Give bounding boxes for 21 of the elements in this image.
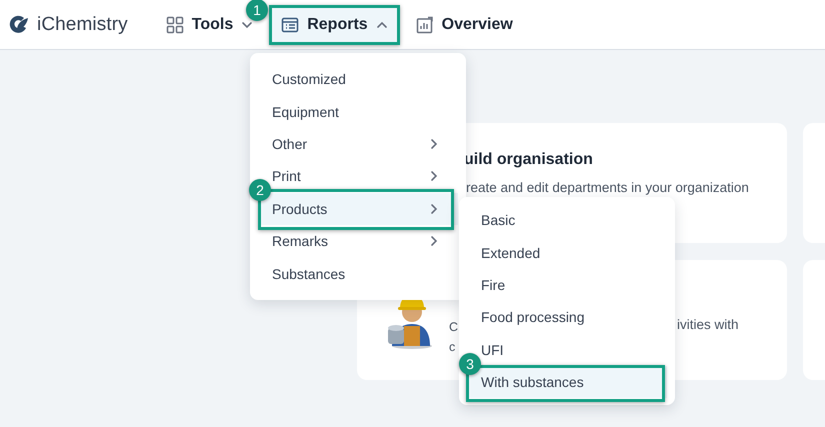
- card-description: ivities with: [677, 317, 739, 332]
- nav-menu-button[interactable]: Reports: [269, 4, 400, 44]
- brand-name[interactable]: iChemistry: [37, 14, 128, 36]
- menu-item[interactable]: Remarks: [272, 224, 458, 258]
- menu-item[interactable]: Print: [272, 160, 458, 193]
- menu-item[interactable]: Basic: [481, 204, 667, 236]
- step-badge: 2: [249, 178, 271, 201]
- menu-item[interactable]: Equipment: [272, 95, 458, 128]
- nav-menu-button[interactable]: Overview: [404, 4, 525, 44]
- menu-item[interactable]: Fire: [481, 268, 667, 302]
- card-description: C: [449, 319, 458, 336]
- menu-item[interactable]: Food processing: [481, 301, 667, 334]
- menu-item[interactable]: Products: [272, 192, 458, 225]
- menu-item[interactable]: Customized: [272, 63, 458, 96]
- card-description: c: [449, 339, 456, 356]
- card-description: reate and edit departments in your organization: [466, 180, 749, 195]
- menu-item[interactable]: Other: [272, 128, 458, 160]
- menu-item[interactable]: Extended: [481, 236, 667, 269]
- menu-item[interactable]: UFI: [481, 334, 667, 366]
- menu-item[interactable]: Substances: [272, 257, 458, 290]
- step-badge: 3: [459, 353, 481, 375]
